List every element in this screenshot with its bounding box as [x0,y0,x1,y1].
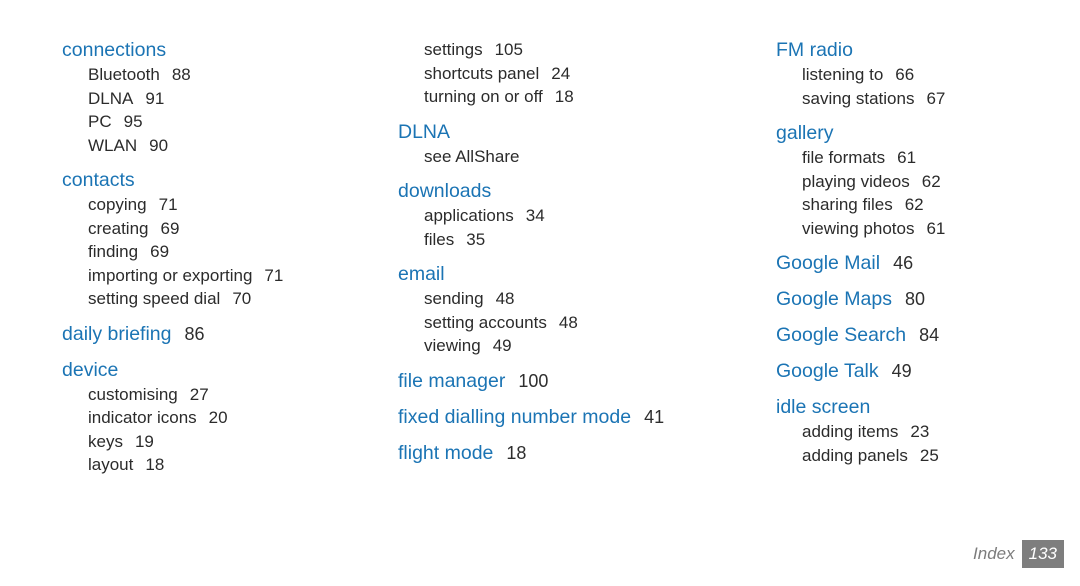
index-entry-page-number: 67 [926,88,946,108]
index-entry-page-number: 61 [897,148,917,167]
index-heading-label: FM radio [776,39,853,61]
index-entry[interactable]: saving stations 67 [776,87,945,111]
index-entry-page-number: 25 [919,445,939,465]
footer-page-number: 133 [1021,540,1064,568]
index-entry[interactable]: adding panels 25 [776,444,939,468]
index-entry[interactable]: viewing photos 61 [776,217,945,241]
index-entry-page-number: 62 [921,171,941,191]
index-heading-label: idle screen [776,396,871,418]
index-heading-page-number: 84 [919,325,940,345]
index-entry-label: listening to [802,65,884,84]
index-heading-label: Google Mail [776,252,881,274]
index-heading-page-number: 80 [904,289,926,309]
index-entry[interactable]: playing videos 62 [776,170,941,194]
index-entry[interactable]: file formats 61 [776,146,916,170]
index-entry-page-number: 61 [926,218,946,238]
index-entry-label: adding items [802,422,899,441]
index-entry-label: viewing photos [802,218,915,238]
index-entry-label: saving stations [802,88,915,108]
index-entry-label: playing videos [802,171,910,191]
index-heading-page-number: 46 [893,253,914,273]
index-column-3: FM radio listening to 66 saving stations 67 g… [52,38,945,467]
index-entry[interactable]: sharing files 62 [776,193,924,217]
index-heading-label: Google Maps [776,288,892,310]
index-entry[interactable]: listening to 66 [776,63,914,87]
index-entry-label: adding panels [802,445,908,465]
index-entry-label: sharing files [802,195,893,214]
index-entry-page-number: 66 [895,65,915,84]
index-heading-label: Google Talk [776,360,879,382]
index-entry[interactable]: adding items 23 [776,420,929,444]
index-entry-page-number: 62 [904,195,924,214]
page-footer: Index 133 [973,540,1064,568]
footer-section-label: Index [973,544,1015,563]
index-columns: connections Bluetooth 88 DLNA 91 PC 95 WLAN 90 co… [0,38,1080,477]
index-heading-page-number: 49 [891,361,912,381]
index-entry-label: file formats [802,148,886,167]
index-entry-page-number: 23 [910,422,930,441]
index-heading-label: Google Search [776,324,907,346]
index-page: connections Bluetooth 88 DLNA 91 PC 95 WLAN 90 co… [0,0,1080,586]
index-heading-label: gallery [776,122,834,144]
